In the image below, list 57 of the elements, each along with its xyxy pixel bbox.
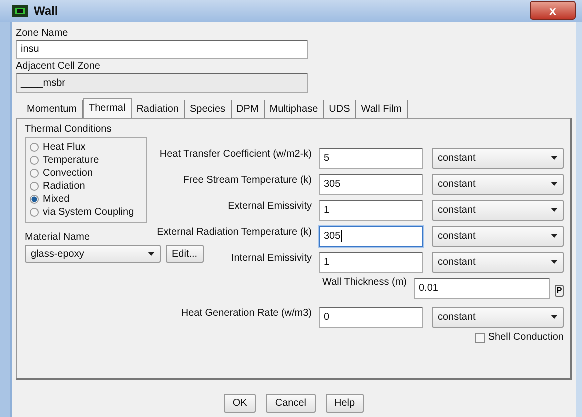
radio-label[interactable]: Radiation: [43, 181, 86, 192]
field-label: Wall Thickness (m): [322, 277, 407, 288]
caret-icon: [551, 182, 558, 186]
field-label: Free Stream Temperature (k): [183, 175, 312, 186]
radio-label[interactable]: Convection: [43, 168, 94, 179]
method-dropdown[interactable]: constant: [432, 174, 564, 194]
checkbox[interactable]: [475, 332, 486, 342]
dialog-button[interactable]: Cancel: [266, 394, 316, 413]
radio-label[interactable]: Heat Flux: [43, 142, 86, 153]
value-field[interactable]: 305: [319, 226, 423, 246]
method-dropdown[interactable]: constant: [432, 148, 564, 168]
zone-name-label: Zone Name: [16, 27, 70, 40]
method-dropdown[interactable]: constant: [432, 252, 564, 272]
parameter-button[interactable]: P: [555, 284, 564, 296]
field-label: External Radiation Temperature (k): [157, 227, 312, 238]
close-button[interactable]: x: [530, 1, 576, 20]
caret-icon: [551, 315, 558, 319]
field-label: Heat Generation Rate (w/m3): [181, 308, 312, 319]
caret-icon: [148, 252, 155, 256]
value-field[interactable]: 305: [319, 174, 423, 194]
value-field[interactable]: 5: [319, 148, 423, 168]
adjacent-cell-zone-field: ____msbr: [16, 73, 308, 93]
tab[interactable]: Thermal: [83, 98, 132, 118]
edit-button[interactable]: Edit...: [166, 245, 204, 263]
radio-button[interactable]: [30, 156, 39, 165]
value-field[interactable]: 1: [319, 252, 423, 272]
value-field[interactable]: 1: [319, 200, 423, 220]
zone-name-field[interactable]: insu: [16, 40, 308, 59]
caret-icon: [551, 260, 558, 264]
field-label: External Emissivity: [228, 201, 312, 212]
caret-icon: [551, 156, 558, 160]
field-label: Heat Transfer Coefficient (w/m2-k): [160, 149, 312, 160]
radio-label[interactable]: via System Coupling: [43, 207, 134, 218]
material-dropdown[interactable]: glass-epoxy: [25, 245, 161, 263]
adjacent-cell-zone-label: Adjacent Cell Zone: [16, 60, 102, 73]
field-label: Internal Emissivity: [231, 253, 312, 264]
method-dropdown[interactable]: constant: [432, 306, 564, 328]
dialog-button[interactable]: OK: [224, 394, 256, 413]
caret-icon: [551, 234, 558, 238]
value-field[interactable]: 0.01: [414, 278, 550, 299]
method-dropdown[interactable]: constant: [432, 200, 564, 220]
checkbox-label[interactable]: Shell Conduction: [488, 332, 564, 343]
material-name-label: Material Name: [25, 231, 92, 244]
method-dropdown[interactable]: constant: [432, 226, 564, 246]
radio-button[interactable]: [30, 208, 39, 217]
radio-label[interactable]: Mixed: [43, 194, 70, 205]
radio-button[interactable]: [30, 182, 39, 191]
radio-button[interactable]: [30, 169, 39, 178]
app-icon: [12, 5, 28, 17]
window-title: Wall: [34, 4, 58, 18]
value-field[interactable]: 0: [319, 306, 423, 328]
radio-label[interactable]: Temperature: [43, 155, 100, 166]
radio-button[interactable]: [30, 195, 39, 204]
group-title: Thermal Conditions: [25, 123, 113, 136]
radio-button[interactable]: [30, 143, 39, 152]
caret-icon: [551, 208, 558, 212]
dialog-button[interactable]: Help: [326, 394, 364, 413]
